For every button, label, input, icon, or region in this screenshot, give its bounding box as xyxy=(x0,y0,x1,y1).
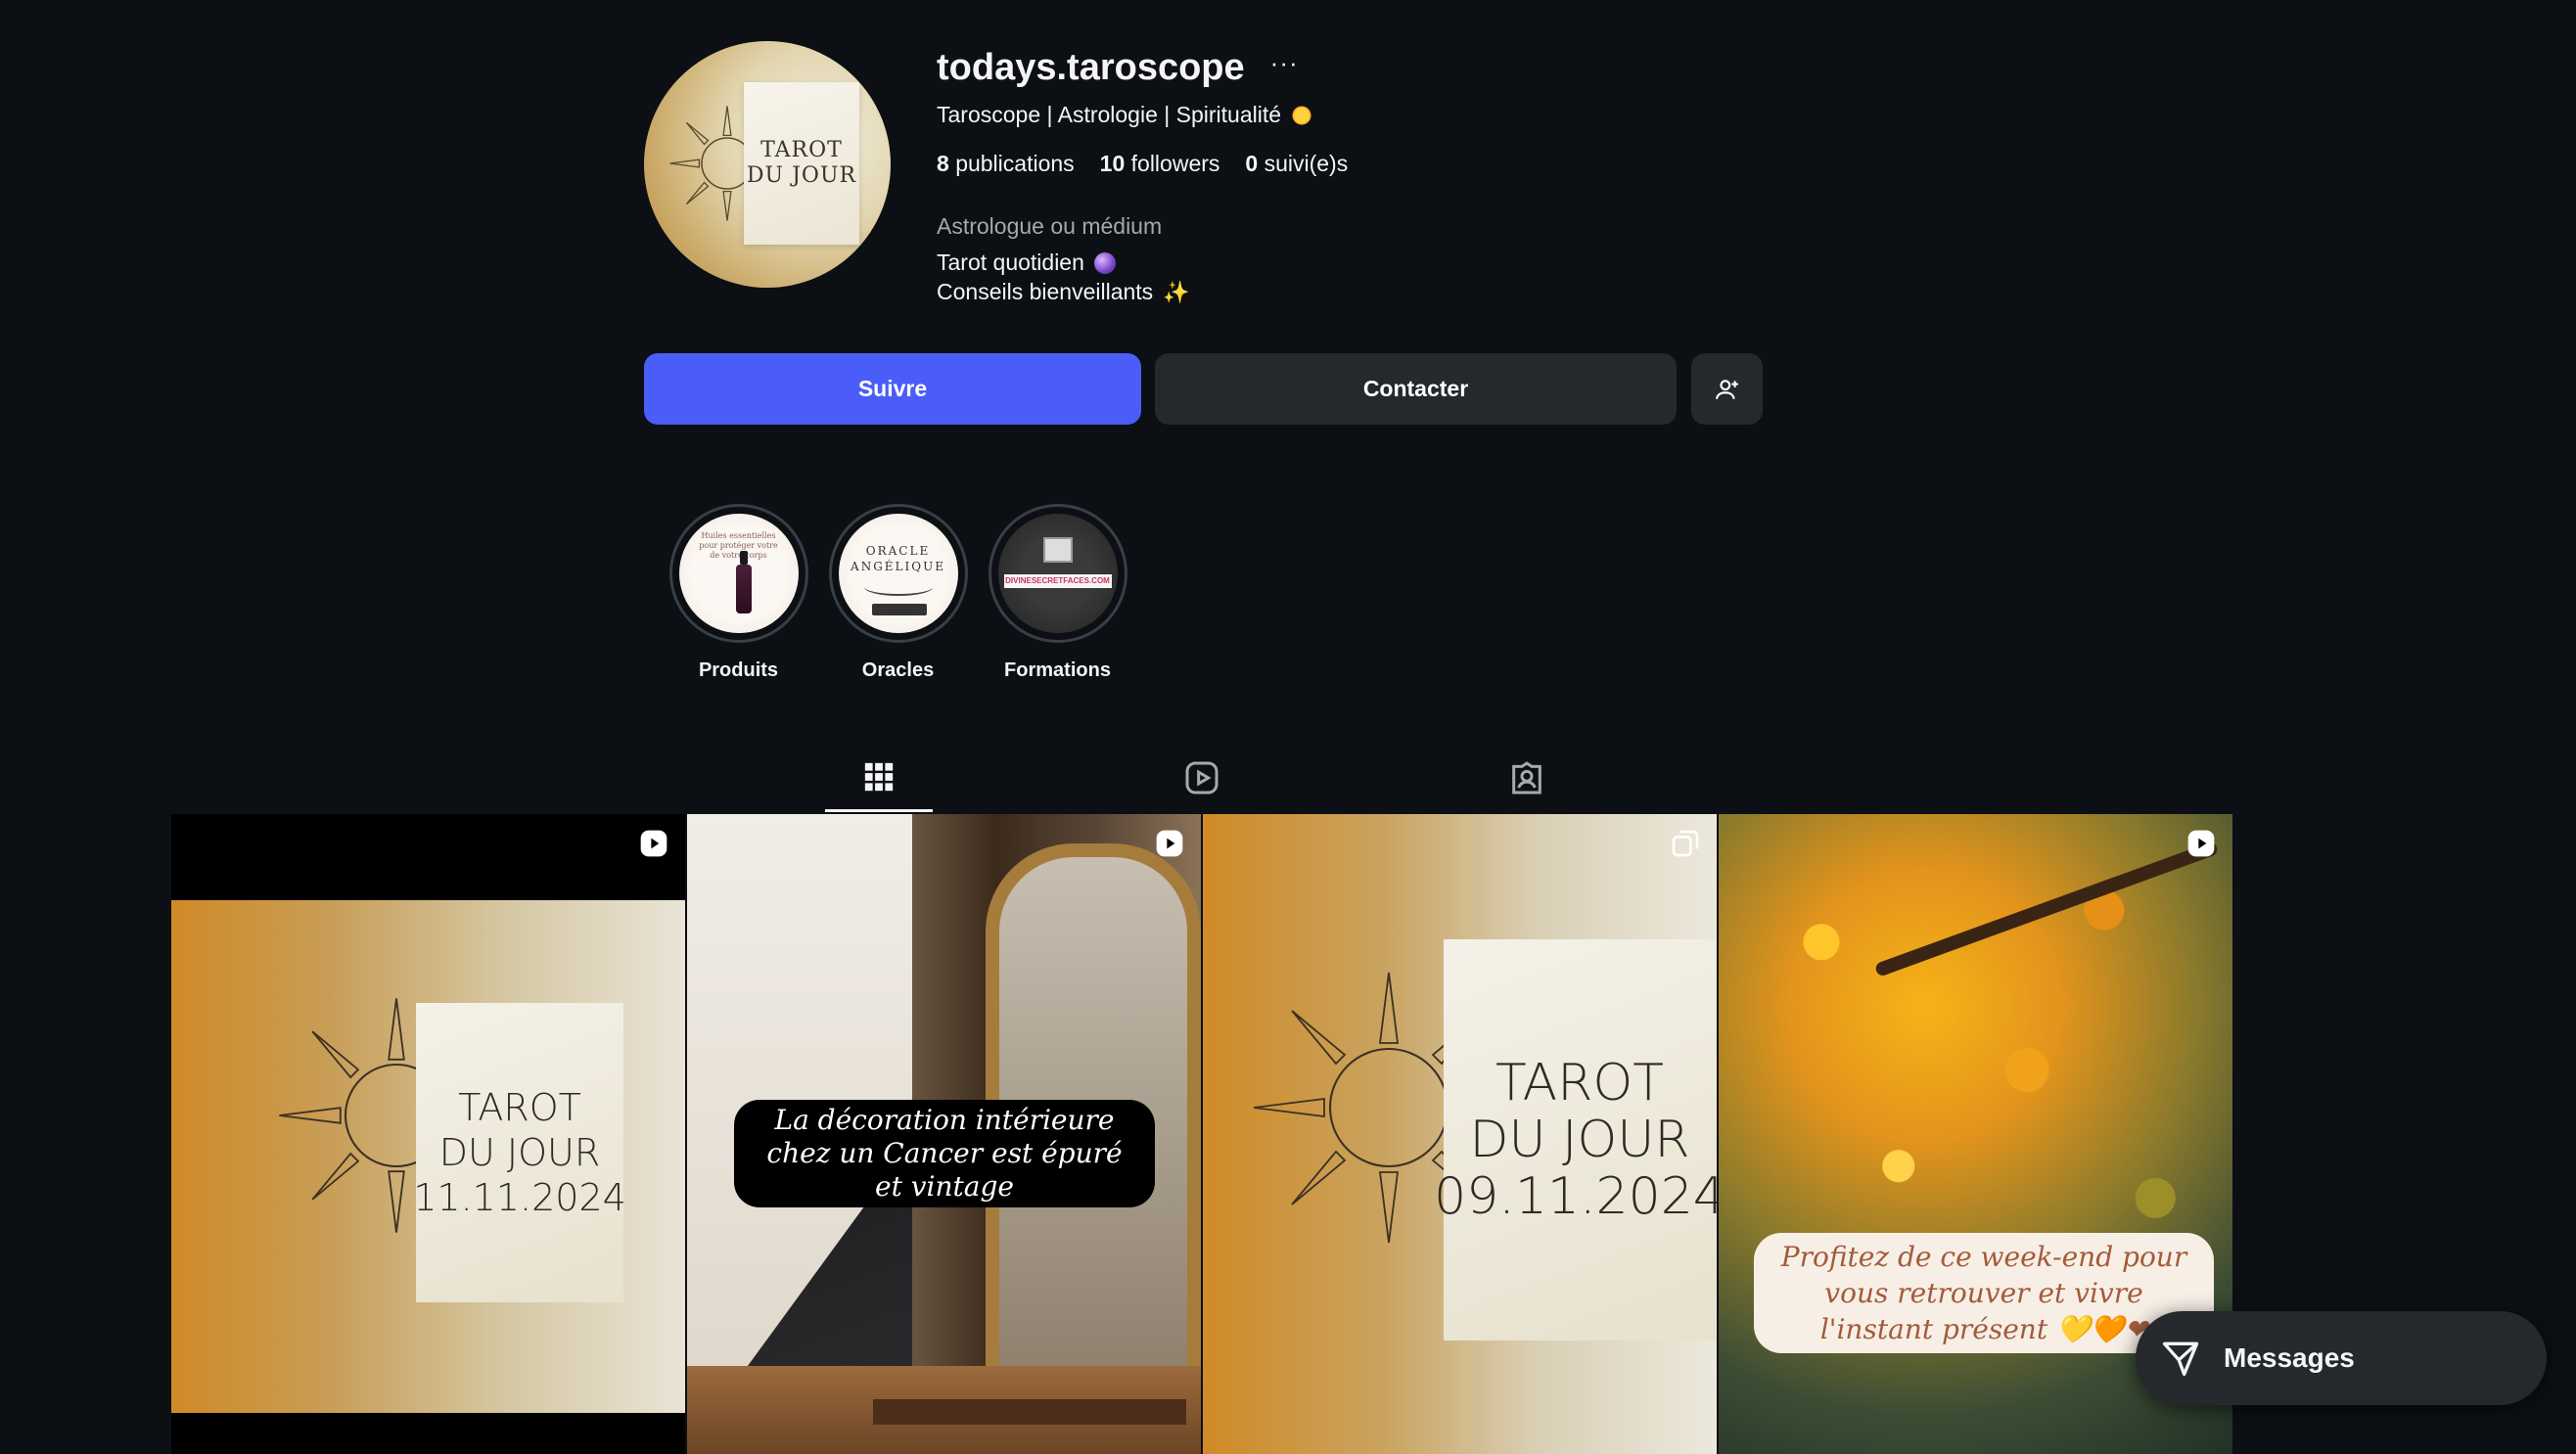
highlight-formations[interactable]: DIVINESECRETFACES.COM Formations xyxy=(987,504,1128,682)
highlight-cover-text: Huiles essentielles pour protéger votre … xyxy=(699,531,778,560)
more-options-icon[interactable]: ··· xyxy=(1270,48,1299,78)
highlight-label: Formations xyxy=(1004,659,1111,681)
tab-posts[interactable] xyxy=(825,744,933,812)
highlight-cover-produits: Huiles essentielles pour protéger votre … xyxy=(678,514,799,633)
highlight-ring: DIVINESECRETFACES.COM xyxy=(988,504,1127,643)
highlight-oracles[interactable]: ORACLE ANGÉLIQUE Oracles xyxy=(827,504,969,682)
profile-category: Astrologue ou médium xyxy=(937,213,1163,239)
follow-button[interactable]: Suivre xyxy=(644,353,1141,425)
messages-label: Messages xyxy=(2224,1342,2355,1373)
sun-emoji-icon xyxy=(1291,104,1313,126)
angel-wings-illustration xyxy=(863,578,933,596)
highlight-cover-oracles: ORACLE ANGÉLIQUE xyxy=(838,514,958,633)
screen-illustration xyxy=(1042,537,1073,563)
person-add-icon xyxy=(1715,379,1738,399)
highlight-ring: Huiles essentielles pour protéger votre … xyxy=(668,504,808,643)
cover-banner xyxy=(871,604,927,615)
carousel-icon xyxy=(1672,830,1699,857)
username-row: todays.taroscope ··· xyxy=(937,47,1299,89)
followers-stat[interactable]: 10 followers xyxy=(1100,151,1220,177)
contact-button[interactable]: Contacter xyxy=(1155,353,1677,425)
crystal-ball-emoji-icon xyxy=(1093,251,1116,274)
messages-button[interactable]: Messages xyxy=(2136,1311,2547,1405)
post-card-text: TAROT DU JOUR 11.11.2024 xyxy=(413,1003,626,1302)
highlight-produits[interactable]: Huiles essentielles pour protéger votre … xyxy=(667,504,809,682)
avatar-card-text: TAROT DU JOUR xyxy=(744,82,859,245)
following-stat[interactable]: 0 suivi(e)s xyxy=(1245,151,1348,177)
posts-grid: TAROT DU JOUR 11.11.2024 La décoration i… xyxy=(171,814,2234,1454)
post-card-text: TAROT DU JOUR 09.11.2024 xyxy=(1434,939,1717,1340)
highlight-cover-formations: DIVINESECRETFACES.COM xyxy=(997,514,1118,633)
tab-tagged[interactable] xyxy=(1473,744,1581,812)
profile-stats: 8 publications 10 followers 0 suivi(e)s xyxy=(937,151,1348,177)
username: todays.taroscope xyxy=(937,47,1245,88)
bio-line-1: Tarot quotidien xyxy=(937,250,1116,276)
highlight-label: Oracles xyxy=(861,659,935,681)
profile-tagline: Taroscope | Astrologie | Spiritualité xyxy=(937,102,1313,128)
oil-bottle-illustration xyxy=(735,551,752,613)
publications-stat: 8 publications xyxy=(937,151,1075,176)
grid-icon xyxy=(864,762,894,791)
highlight-cover-text: DIVINESECRETFACES.COM xyxy=(1003,574,1112,588)
highlight-label: Produits xyxy=(698,659,779,681)
tagline-text: Taroscope | Astrologie | Spiritualité xyxy=(937,102,1282,127)
sparkles-emoji-icon: ✨ xyxy=(1163,279,1190,304)
reels-icon xyxy=(1185,761,1219,795)
bio-line-2: Conseils bienveillants ✨ xyxy=(937,279,1190,304)
post-tile[interactable]: La décoration intérieure chez un Cancer … xyxy=(687,814,1201,1454)
post-tile[interactable]: TAROT DU JOUR 09.11.2024 xyxy=(1203,814,1717,1454)
reel-icon xyxy=(640,830,667,857)
reel-icon xyxy=(2187,830,2215,857)
post-caption-overlay: La décoration intérieure chez un Cancer … xyxy=(734,1100,1155,1207)
reel-icon xyxy=(1156,830,1183,857)
tab-reels[interactable] xyxy=(1148,744,1256,812)
post-tile[interactable]: TAROT DU JOUR 11.11.2024 xyxy=(171,814,685,1454)
post-background: TAROT DU JOUR 11.11.2024 xyxy=(171,900,685,1413)
highlight-cover-text: ORACLE ANGÉLIQUE xyxy=(851,544,945,573)
profile-avatar[interactable]: TAROT DU JOUR xyxy=(644,41,891,288)
tagged-icon xyxy=(1512,761,1541,795)
table-shape xyxy=(873,1399,1186,1425)
send-icon xyxy=(2162,1341,2199,1377)
highlight-ring: ORACLE ANGÉLIQUE xyxy=(828,504,968,643)
suggest-users-button[interactable] xyxy=(1691,353,1763,425)
